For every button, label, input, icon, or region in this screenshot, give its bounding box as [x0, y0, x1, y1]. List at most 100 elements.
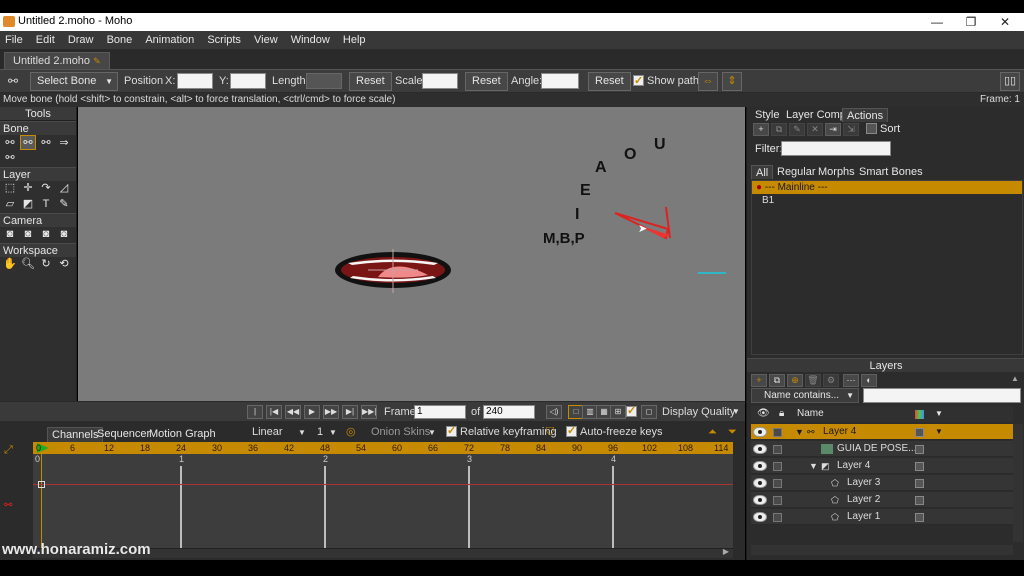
rotate-bone-icon[interactable]: ⇒: [56, 136, 72, 151]
scale-bone-icon[interactable]: ⚯: [38, 136, 54, 151]
camera-roll-icon[interactable]: ◙: [38, 227, 54, 242]
rewind-icon[interactable]: |◀◀: [247, 405, 263, 428]
layer-color-swatch[interactable]: [915, 496, 924, 505]
text-tool-icon[interactable]: T: [38, 197, 54, 212]
expand-icon[interactable]: ⤢: [4, 444, 13, 457]
set-origin-icon[interactable]: ⬚: [2, 181, 18, 196]
menu-edit[interactable]: Edit: [31, 31, 60, 49]
camera-pan-icon[interactable]: ◙: [2, 227, 18, 242]
layer-search-input[interactable]: [863, 388, 1021, 403]
x-input[interactable]: [177, 73, 213, 89]
first-frame-icon[interactable]: |◀: [266, 405, 282, 419]
camera-zoom-icon[interactable]: ◙: [20, 227, 36, 242]
more-options-icon[interactable]: ⋯: [843, 374, 859, 387]
reset-scale-button[interactable]: Reset: [465, 72, 508, 91]
menu-draw[interactable]: Draw: [63, 31, 99, 49]
rotate-workspace-icon[interactable]: ↻: [38, 257, 54, 272]
onion-skin-icon[interactable]: ◎: [346, 425, 356, 440]
play-icon[interactable]: ▶: [304, 405, 320, 419]
frame-input[interactable]: 1: [414, 405, 466, 419]
zoom-icon[interactable]: 🔍︎: [20, 257, 36, 272]
action-item-b1[interactable]: B1: [752, 194, 1022, 207]
flip-vertical-icon[interactable]: ⇕: [722, 72, 742, 91]
tab-style[interactable]: Style: [751, 108, 783, 122]
eye-icon[interactable]: [753, 512, 767, 522]
rename-action-icon[interactable]: ✎: [789, 123, 805, 136]
eye-icon[interactable]: [753, 495, 767, 505]
filter-input[interactable]: [781, 141, 891, 156]
expand-arrow-icon[interactable]: ▼: [795, 427, 807, 437]
filter-tab-all[interactable]: All: [751, 165, 774, 179]
lock-icon[interactable]: [773, 496, 782, 505]
forward-icon[interactable]: ▶▶|: [361, 405, 377, 419]
duplicate-layer-icon[interactable]: ⧉: [769, 374, 785, 387]
pencil-tool-icon[interactable]: ✎: [56, 197, 72, 212]
book-icon[interactable]: ▯▯: [1000, 72, 1020, 91]
canvas[interactable]: A O U E I M,B,P ➤: [78, 107, 745, 401]
menu-help[interactable]: Help: [338, 31, 371, 49]
rotate-layer-icon[interactable]: ↷: [38, 181, 54, 196]
previous-keyframe-icon[interactable]: ◀◀: [285, 405, 301, 419]
menu-view[interactable]: View: [249, 31, 283, 49]
lock-icon[interactable]: [773, 428, 782, 437]
filter-tab-smart-bones[interactable]: Smart Bones: [855, 165, 927, 179]
layer-row[interactable]: ⬠ Layer 1: [751, 509, 1013, 525]
lock-icon[interactable]: [773, 513, 782, 522]
layer-color-swatch[interactable]: [915, 462, 924, 471]
reference-action-icon[interactable]: ⇲: [843, 123, 859, 136]
last-frame-icon[interactable]: ▶|: [342, 405, 358, 419]
select-bone-icon[interactable]: ⚯: [2, 136, 18, 151]
camera-tilt-icon[interactable]: ◙: [56, 227, 72, 242]
menu-bone[interactable]: Bone: [102, 31, 138, 49]
onion-skins-dropdown[interactable]: Onion Skins: [371, 425, 430, 440]
restore-icon[interactable]: ❐: [954, 13, 988, 31]
layer-color-swatch[interactable]: [915, 445, 924, 454]
scroll-up-icon[interactable]: ▲: [1011, 374, 1019, 383]
eye-icon[interactable]: [753, 427, 767, 437]
perspective-icon[interactable]: ▱: [2, 197, 18, 212]
collapse-up-icon[interactable]: ⏶: [708, 425, 717, 440]
action-item-mainline[interactable]: ● --- Mainline ---: [752, 181, 1022, 194]
menu-animation[interactable]: Animation: [140, 31, 199, 49]
eye-icon[interactable]: [753, 478, 767, 488]
layers-horizontal-scrollbar[interactable]: [751, 545, 1013, 555]
reset-angle-button[interactable]: Reset: [588, 72, 631, 91]
chevron-down-icon[interactable]: ▼: [732, 405, 740, 419]
tool-select-dropdown[interactable]: Select Bone ▼: [30, 72, 118, 91]
total-frames-input[interactable]: 240: [483, 405, 535, 419]
quality-checkbox[interactable]: [626, 404, 640, 419]
flip-layer-icon[interactable]: ◩: [20, 197, 36, 212]
menu-file[interactable]: File: [0, 31, 28, 49]
lock-icon[interactable]: [773, 479, 782, 488]
orbit-workspace-icon[interactable]: ⟲: [56, 257, 72, 272]
group-layer-icon[interactable]: ⊕: [787, 374, 803, 387]
delete-action-icon[interactable]: ✕: [807, 123, 823, 136]
chevron-down-icon[interactable]: ▼: [329, 425, 337, 440]
chevron-down-icon[interactable]: ▼: [935, 424, 943, 440]
expand-arrow-icon[interactable]: ▼: [809, 461, 821, 471]
layer-row[interactable]: ⬠ Layer 2: [751, 492, 1013, 508]
close-icon[interactable]: ✕: [988, 13, 1022, 31]
display-quality-label[interactable]: Display Quality: [662, 405, 735, 419]
filter-tab-regular[interactable]: Regular: [773, 165, 820, 179]
scroll-right-icon[interactable]: ▶: [723, 547, 729, 556]
layer-visibility-icon[interactable]: ◐: [861, 374, 877, 387]
shield-icon[interactable]: ⛉: [546, 425, 554, 440]
menu-scripts[interactable]: Scripts: [202, 31, 246, 49]
eye-icon[interactable]: [753, 461, 767, 471]
layer-color-swatch[interactable]: [915, 513, 924, 522]
layer-row[interactable]: ⬠ Layer 3: [751, 475, 1013, 491]
next-keyframe-icon[interactable]: ▶▶: [323, 405, 339, 419]
scale-input[interactable]: [422, 73, 458, 89]
eye-icon[interactable]: [753, 444, 767, 454]
new-layer-icon[interactable]: +: [751, 374, 767, 387]
step-select[interactable]: 1: [317, 425, 323, 440]
frame-toggle-icon[interactable]: ◻: [641, 405, 657, 419]
angle-input[interactable]: [541, 73, 579, 89]
layer-color-swatch[interactable]: [915, 428, 924, 437]
lock-icon[interactable]: [773, 462, 782, 471]
audio-icon[interactable]: ◁): [546, 405, 562, 419]
view-quad-icon[interactable]: ⊞: [610, 405, 626, 419]
tab-actions[interactable]: Actions: [842, 108, 889, 122]
duplicate-action-icon[interactable]: ⧉: [771, 123, 787, 136]
